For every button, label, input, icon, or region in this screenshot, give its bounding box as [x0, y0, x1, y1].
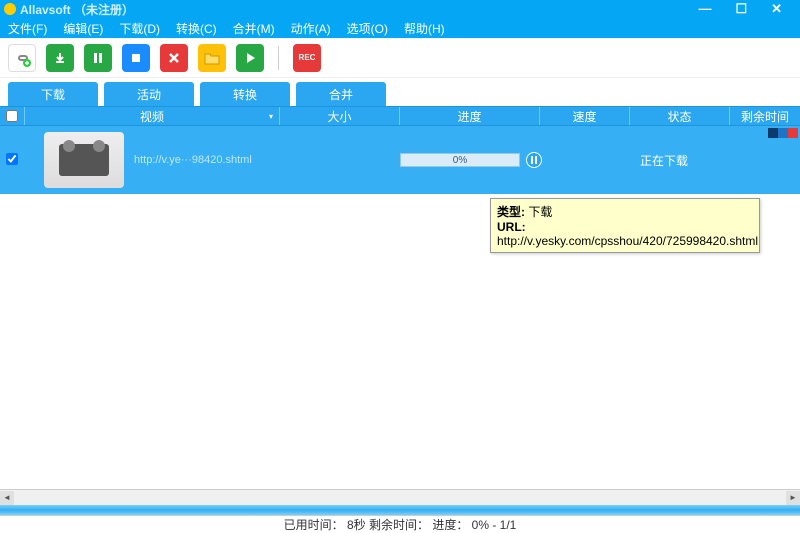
- menu-download[interactable]: 下载(D): [119, 20, 160, 37]
- download-list: http://v.ye···98420.shtml 0% 正在下载 类型: 下载…: [0, 126, 800, 489]
- link-icon: [13, 49, 31, 67]
- download-row[interactable]: http://v.ye···98420.shtml 0% 正在下载: [0, 126, 800, 194]
- row-status: 正在下载: [640, 152, 688, 169]
- row-url: http://v.ye···98420.shtml: [134, 154, 252, 166]
- x-icon: [168, 52, 180, 64]
- row-icon-1[interactable]: [768, 128, 778, 138]
- menu-file[interactable]: 文件(F): [8, 20, 47, 37]
- video-thumbnail: [44, 132, 124, 188]
- menu-help[interactable]: 帮助(H): [404, 20, 445, 37]
- column-progress[interactable]: 进度: [399, 107, 539, 125]
- scroll-track[interactable]: [14, 491, 786, 505]
- tooltip: 类型: 下载 URL: http://v.yesky.com/cpsshou/4…: [490, 198, 760, 253]
- window-title: Allavsoft （未注册）: [20, 1, 134, 18]
- stop-button[interactable]: [122, 44, 150, 72]
- column-video[interactable]: 视频: [24, 107, 279, 125]
- row-icon-2[interactable]: [778, 128, 788, 138]
- scroll-right-button[interactable]: ►: [786, 491, 800, 505]
- menu-bar: 文件(F) 编辑(E) 下载(D) 转换(C) 合并(M) 动作(A) 选项(O…: [0, 18, 800, 38]
- status-text: 已用时间： 8秒 剩余时间： 进度： 0% - 1/1: [284, 516, 517, 533]
- column-speed[interactable]: 速度: [539, 107, 629, 125]
- column-remaining[interactable]: 剩余时间: [729, 107, 800, 125]
- delete-button[interactable]: [160, 44, 188, 72]
- select-all-checkbox[interactable]: [6, 110, 18, 122]
- download-button[interactable]: [46, 44, 74, 72]
- select-all-column[interactable]: [0, 110, 24, 122]
- tooltip-url-value: http://v.yesky.com/cpsshou/420/725998420…: [497, 234, 753, 248]
- row-icon-3[interactable]: [788, 128, 798, 138]
- row-action-icons: [768, 128, 798, 138]
- window-controls: — ☐ ✕: [698, 1, 800, 17]
- tab-convert[interactable]: 转换: [200, 82, 290, 106]
- scroll-left-button[interactable]: ◄: [0, 491, 14, 505]
- menu-action[interactable]: 动作(A): [291, 20, 331, 37]
- menu-merge[interactable]: 合并(M): [233, 20, 275, 37]
- maximize-button[interactable]: ☐: [735, 1, 747, 17]
- download-icon: [53, 51, 67, 65]
- tab-download[interactable]: 下载: [8, 82, 98, 106]
- film-icon: [59, 144, 109, 176]
- tooltip-type-value: 下载: [528, 205, 552, 219]
- play-button[interactable]: [236, 44, 264, 72]
- pause-button[interactable]: [84, 44, 112, 72]
- column-status[interactable]: 状态: [629, 107, 729, 125]
- stop-icon: [130, 52, 142, 64]
- app-icon: [4, 3, 16, 15]
- column-size[interactable]: 大小: [279, 107, 399, 125]
- play-icon: [244, 52, 256, 64]
- menu-edit[interactable]: 编辑(E): [63, 20, 103, 37]
- horizontal-scrollbar[interactable]: ◄ ►: [0, 489, 800, 505]
- tooltip-url-label: URL:: [497, 220, 526, 234]
- overall-progress-bar: [0, 505, 800, 515]
- row-checkbox-cell: [0, 153, 24, 168]
- status-bar: 已用时间： 8秒 剩余时间： 进度： 0% - 1/1: [0, 515, 800, 533]
- tab-row: 下载 活动 转换 合并: [0, 78, 800, 106]
- folder-icon: [204, 51, 220, 65]
- tab-merge[interactable]: 合并: [296, 82, 386, 106]
- menu-options[interactable]: 选项(O): [347, 20, 388, 37]
- menu-convert[interactable]: 转换(C): [176, 20, 217, 37]
- progress-bar: 0%: [400, 153, 520, 167]
- toolbar-separator: [278, 46, 279, 70]
- column-header: 视频 大小 进度 速度 状态 剩余时间: [0, 106, 800, 126]
- minimize-button[interactable]: —: [698, 1, 711, 17]
- tab-activity[interactable]: 活动: [104, 82, 194, 106]
- record-button[interactable]: REC: [293, 44, 321, 72]
- row-pause-button[interactable]: [526, 152, 542, 168]
- tooltip-type-label: 类型:: [497, 205, 525, 219]
- toolbar: REC: [0, 38, 800, 78]
- paste-url-button[interactable]: [8, 44, 36, 72]
- title-bar: Allavsoft （未注册） — ☐ ✕: [0, 0, 800, 18]
- row-progress: 0%: [400, 152, 542, 168]
- close-button[interactable]: ✕: [771, 1, 782, 17]
- open-folder-button[interactable]: [198, 44, 226, 72]
- pause-icon: [531, 156, 537, 164]
- row-checkbox[interactable]: [6, 153, 18, 165]
- pause-icon: [92, 52, 104, 64]
